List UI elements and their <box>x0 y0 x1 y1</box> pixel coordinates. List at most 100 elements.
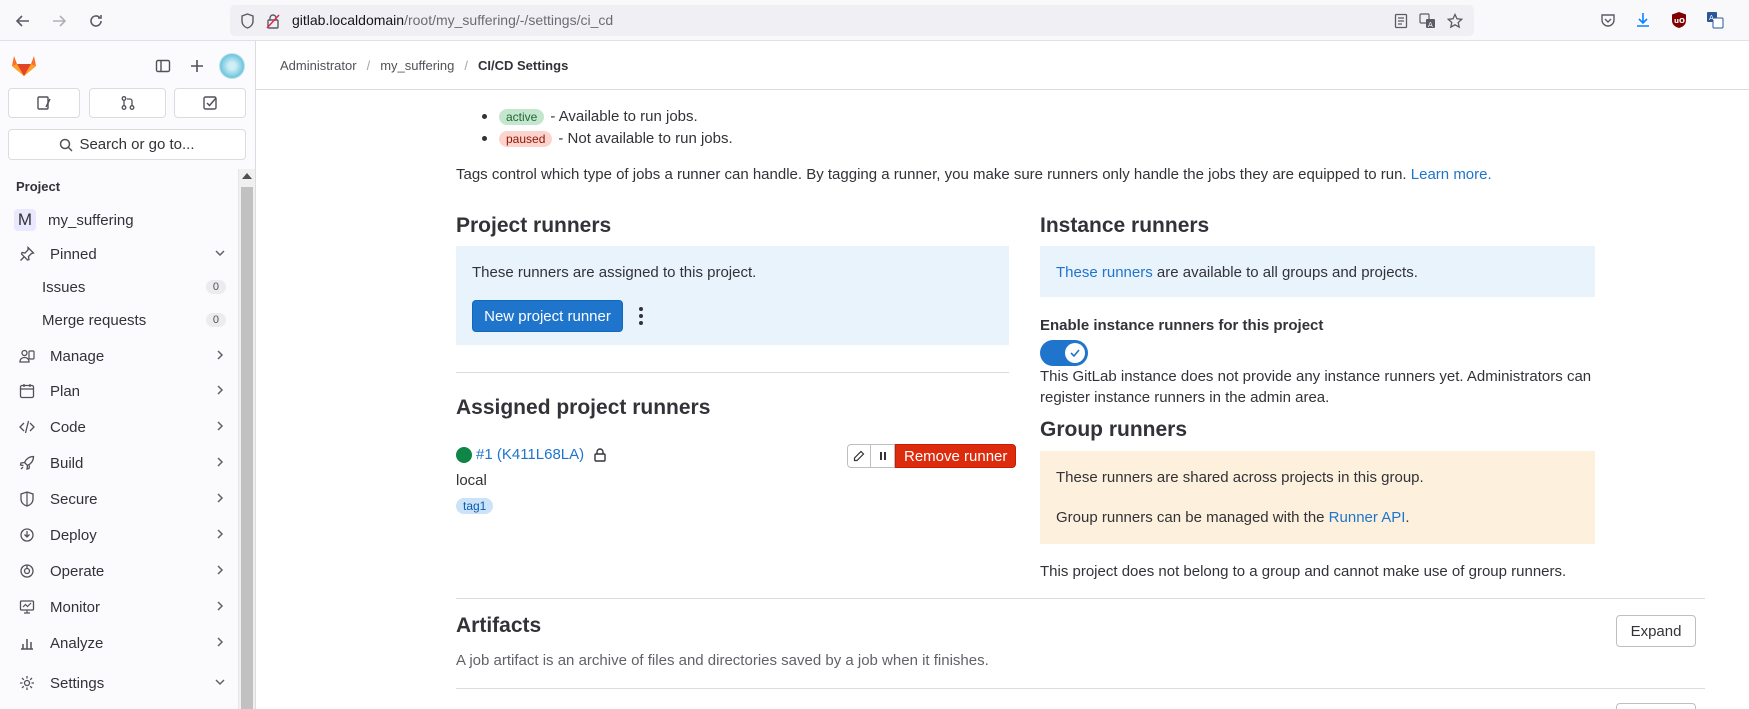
search-icon <box>60 138 73 152</box>
sidebar-item-label: Secure <box>50 490 98 508</box>
sidebar-item-merge-requests[interactable]: Merge requests 0 <box>8 304 234 336</box>
artifacts-description: A job artifact is an archive of files an… <box>456 652 989 669</box>
sidebar-item-label: Deploy <box>50 526 97 544</box>
sidebar-item-issues[interactable]: Issues 0 <box>8 271 234 303</box>
download-icon[interactable] <box>1633 10 1653 30</box>
shield-icon[interactable] <box>238 12 256 30</box>
chart-icon <box>16 635 38 651</box>
sidebar-item-build[interactable]: Build <box>8 447 234 479</box>
plus-icon[interactable] <box>186 55 208 77</box>
sidebar-item-secure[interactable]: Secure <box>8 483 234 515</box>
url-text: gitlab.localdomain/root/my_suffering/-/s… <box>292 12 613 28</box>
learn-more-link[interactable]: Learn more. <box>1411 166 1492 183</box>
issues-tab-icon[interactable] <box>8 88 80 118</box>
sidebar-item-label: Manage <box>50 347 105 365</box>
sidebar-item-deploy[interactable]: Deploy <box>8 519 234 551</box>
checkmark-icon <box>1065 343 1085 363</box>
back-icon[interactable] <box>10 8 36 34</box>
sidebar-item-pinned[interactable]: Pinned <box>8 238 234 270</box>
sidebar-scrollbar[interactable] <box>238 169 255 709</box>
chevron-right-icon <box>214 420 226 435</box>
sidebar-item-monitor[interactable]: Monitor <box>8 591 234 623</box>
url-host: gitlab.localdomain <box>292 12 405 28</box>
translate-icon[interactable]: A <box>1418 12 1436 30</box>
group-runners-line2: Group runners can be managed with the <box>1056 509 1325 526</box>
expand-button[interactable]: Expand <box>1616 615 1696 647</box>
reload-icon[interactable] <box>83 8 109 34</box>
instance-runners-toggle[interactable] <box>1040 340 1088 366</box>
group-runners-note: This project does not belong to a group … <box>1040 563 1567 580</box>
group-runners-info-box: These runners are shared across projects… <box>1040 451 1595 544</box>
runner-tag: tag1 <box>456 498 494 514</box>
search-button[interactable]: Search or go to... <box>8 129 246 160</box>
url-path: /root/my_suffering/-/settings/ci_cd <box>404 12 614 28</box>
browser-toolbar: gitlab.localdomain/root/my_suffering/-/s… <box>0 0 1749 41</box>
scrollbar-thumb[interactable] <box>241 187 253 709</box>
operate-icon <box>16 563 38 579</box>
runner-link[interactable]: #1 (K411L68LA) <box>476 446 584 463</box>
sidebar-item-manage[interactable]: Manage <box>8 340 234 372</box>
chevron-right-icon <box>214 492 226 507</box>
sidebar-item-settings[interactable]: Settings <box>8 667 234 699</box>
lock-icon <box>594 447 606 462</box>
sidebar: Search or go to... Project M my_sufferin… <box>0 41 256 709</box>
remove-runner-button[interactable]: Remove runner <box>895 444 1017 468</box>
breadcrumb-item[interactable]: my_suffering <box>380 58 454 73</box>
status-badge-active: active <box>499 108 545 125</box>
ublock-icon[interactable]: uO <box>1669 10 1689 30</box>
scroll-up-icon[interactable] <box>242 173 252 179</box>
chevron-right-icon <box>214 564 226 579</box>
chevron-right-icon <box>214 349 226 364</box>
breadcrumb-item[interactable]: Administrator <box>280 58 357 73</box>
sidebar-item-code[interactable]: Code <box>8 411 234 443</box>
artifacts-title: Artifacts <box>456 614 542 637</box>
avatar[interactable] <box>219 53 245 79</box>
bookmark-star-icon[interactable] <box>1446 12 1464 30</box>
chevron-right-icon <box>214 456 226 471</box>
reader-view-icon[interactable] <box>1392 12 1410 30</box>
runner-row: #1 (K411L68LA) <box>456 446 608 463</box>
runner-description: local <box>456 472 487 489</box>
breadcrumb: Administrator / my_suffering / CI/CD Set… <box>280 58 569 73</box>
insecure-lock-icon[interactable] <box>264 12 282 30</box>
section-divider <box>456 688 1705 689</box>
url-bar[interactable]: gitlab.localdomain/root/my_suffering/-/s… <box>230 5 1474 36</box>
assigned-runners-title: Assigned project runners <box>456 396 711 419</box>
runner-api-link[interactable]: Runner API <box>1329 509 1406 526</box>
pocket-icon[interactable] <box>1598 10 1618 30</box>
gitlab-logo-icon[interactable] <box>10 51 38 79</box>
edit-pencil-icon[interactable] <box>847 444 871 468</box>
project-runners-title: Project runners <box>456 214 612 237</box>
runner-online-status-icon <box>456 446 472 463</box>
tags-description: Tags control which type of jobs a runner… <box>456 166 1492 183</box>
sidebar-item-label: Pinned <box>50 245 97 263</box>
instance-runners-title: Instance runners <box>1040 214 1210 237</box>
these-runners-link[interactable]: These runners <box>1056 264 1153 281</box>
rocket-icon <box>16 455 38 471</box>
sidebar-item-label: Operate <box>50 562 105 580</box>
merge-requests-tab-icon[interactable] <box>89 88 166 118</box>
sidebar-toggle-icon[interactable] <box>152 55 174 77</box>
sidebar-item-analyze[interactable]: Analyze <box>8 627 234 659</box>
group-runners-title: Group runners <box>1040 418 1188 441</box>
chevron-right-icon <box>214 528 226 543</box>
chevron-right-icon <box>214 636 226 651</box>
sidebar-item-operate[interactable]: Operate <box>8 555 234 587</box>
sidebar-item-label: Issues <box>42 278 86 296</box>
sidebar-item-plan[interactable]: Plan <box>8 375 234 407</box>
svg-text:A: A <box>1428 21 1433 29</box>
forward-icon[interactable] <box>46 8 72 34</box>
todo-tab-icon[interactable] <box>174 88 246 118</box>
pause-icon[interactable] <box>871 444 895 468</box>
new-project-runner-button[interactable]: New project runner <box>472 300 623 332</box>
instance-runners-info-box: These runners are available to all group… <box>1040 246 1595 297</box>
breadcrumb-current[interactable]: CI/CD Settings <box>478 58 568 73</box>
instance-runners-note: This GitLab instance does not provide an… <box>1040 368 1592 406</box>
more-actions-kebab-icon[interactable] <box>630 301 652 331</box>
status-desc: - Available to run jobs. <box>550 108 698 125</box>
instance-toggle-label: Enable instance runners for this project <box>1040 317 1324 334</box>
svg-text:A: A <box>1709 14 1714 22</box>
expand-button-next[interactable] <box>1616 703 1696 709</box>
sidebar-item-project[interactable]: M my_suffering <box>8 204 234 236</box>
extension-translate-icon[interactable]: A <box>1705 10 1725 30</box>
